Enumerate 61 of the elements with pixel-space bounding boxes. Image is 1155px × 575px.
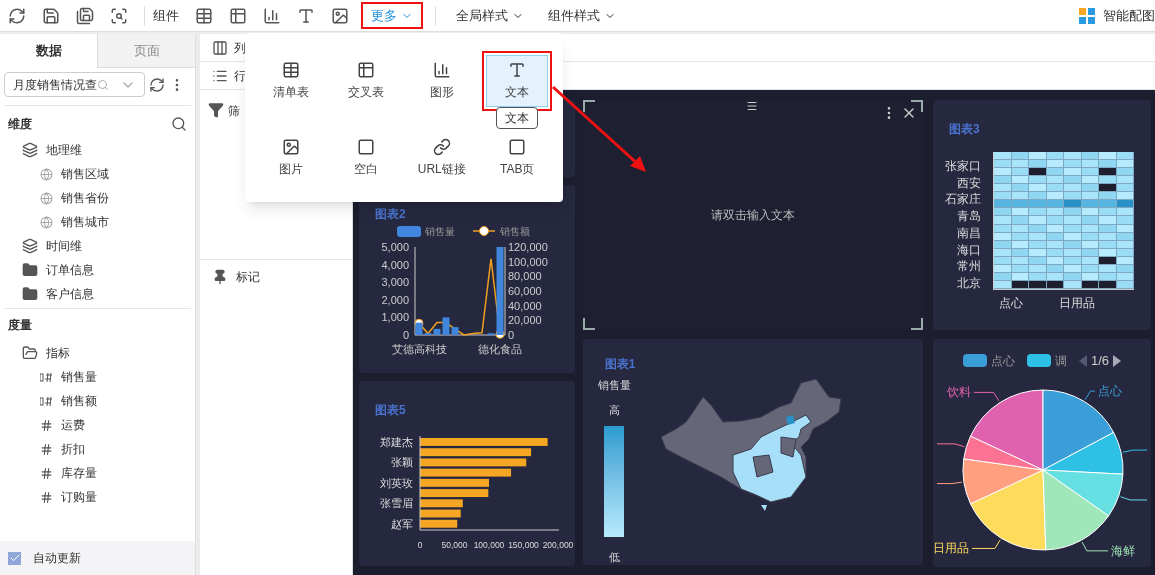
- category-label: 郑建杰: [380, 436, 413, 448]
- axis-tick-label: 4,000: [381, 258, 409, 271]
- chart-title: 图表3: [949, 122, 980, 136]
- chart-title: 图表2: [375, 207, 406, 221]
- axis-label: 日用品: [1059, 295, 1095, 312]
- legend-label: 销售额: [500, 226, 530, 237]
- axis-tick-label: 0: [402, 329, 409, 341]
- category-label: 德化食品: [478, 343, 522, 355]
- text-placeholder: 请双击输入文本: [711, 207, 795, 224]
- axis-label: 海口: [957, 243, 981, 256]
- legend-pager: 1/6: [1090, 352, 1110, 370]
- slice-label: 饮料: [947, 384, 971, 399]
- tooltip: 文本: [496, 107, 539, 129]
- slice-label: 日用品: [933, 540, 969, 555]
- axis-tick-label: 200,000: [542, 540, 574, 550]
- axis-label: 常州: [957, 260, 981, 273]
- axis-tick-label: 0: [508, 329, 515, 341]
- axis-tick-label: 20,000: [508, 314, 542, 327]
- section-title: 度量: [8, 317, 32, 334]
- axis-label: 张家口: [945, 160, 981, 172]
- shelf-label: 列: [234, 39, 246, 57]
- section-title: 维度: [8, 116, 32, 133]
- shelf-label: 行: [234, 67, 246, 85]
- slice-label: 点心: [1098, 383, 1122, 398]
- axis-label: 南昌: [957, 226, 981, 239]
- axis-label: 北京: [957, 276, 981, 289]
- axis-label: 石家庄: [945, 193, 981, 206]
- slice-label: 海鲜: [1111, 543, 1135, 558]
- category-label: 张颖: [391, 456, 413, 469]
- legend-label: 销售量: [425, 226, 455, 237]
- category-label: 赵军: [391, 517, 413, 530]
- checkbox-label: 自动更新: [33, 550, 81, 567]
- axis-tick-label: 1,000: [381, 311, 409, 324]
- category-label: 张雪眉: [380, 497, 413, 510]
- component-label: 组件: [153, 6, 179, 25]
- axis-tick-label: 5,000: [381, 241, 409, 253]
- axis-tick-label: 100,000: [508, 255, 548, 268]
- legend-high-label: 高: [608, 402, 620, 418]
- axis-tick-label: 0: [417, 540, 423, 550]
- category-label: 刘英玫: [380, 476, 413, 489]
- axis-tick-label: 3,000: [381, 276, 409, 289]
- axis-tick-label: 120,000: [508, 241, 548, 253]
- axis-label: 西安: [957, 176, 981, 189]
- axis-tick-label: 40,000: [508, 299, 542, 312]
- legend-low-label: 低: [608, 549, 620, 565]
- shelf-label: 筛: [228, 103, 240, 120]
- chart-title: 图表5: [375, 403, 406, 417]
- legend-label: 调: [1054, 352, 1067, 370]
- legend-title: 销售量: [597, 378, 631, 393]
- axis-label: 青岛: [957, 210, 981, 223]
- axis-tick-label: 80,000: [508, 270, 542, 283]
- chart-title: 图表1: [604, 356, 636, 373]
- axis-tick-label: 60,000: [508, 285, 542, 297]
- category-label: 艾德高科技: [391, 343, 447, 355]
- axis-tick-label: 100,000: [473, 540, 505, 550]
- axis-tick-label: 2,000: [381, 293, 409, 306]
- axis-tick-label: 150,000: [508, 540, 539, 550]
- shelf-label: 标记: [236, 269, 260, 286]
- legend-label: 点心: [990, 352, 1015, 370]
- axis-label: 点心: [999, 295, 1023, 312]
- axis-tick-label: 50,000: [441, 540, 468, 550]
